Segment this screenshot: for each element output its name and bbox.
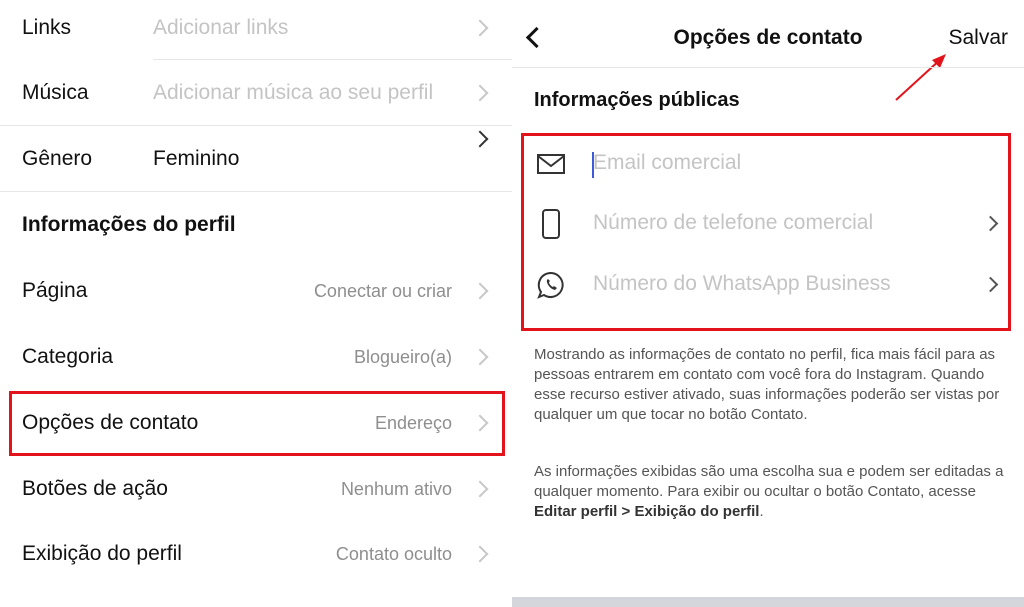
profile-display-row[interactable]: Exibição do perfil Contato oculto — [0, 534, 512, 574]
divider — [0, 191, 512, 192]
highlight-box — [9, 391, 505, 456]
links-row[interactable]: Links Adicionar links — [0, 8, 512, 48]
red-arrow-icon — [895, 54, 946, 101]
chevron-right-icon — [471, 545, 489, 563]
chevron-right-icon — [471, 282, 489, 300]
edit-profile-panel: Links Adicionar links Música Adicionar m… — [0, 0, 512, 607]
links-value: Adicionar links — [153, 16, 289, 39]
bottom-bar — [512, 597, 1024, 607]
visibility-description-end: . — [759, 503, 764, 520]
gender-label: Gênero — [22, 147, 93, 170]
edit-profile-path: Editar perfil > Exibição do perfil — [534, 503, 760, 520]
action-buttons-row[interactable]: Botões de ação Nenhum ativo — [0, 469, 512, 509]
gender-row[interactable]: Gênero Feminino — [0, 130, 512, 179]
profile-display-label: Exibição do perfil — [22, 542, 182, 565]
action-buttons-value: Nenhum ativo — [340, 478, 452, 499]
divider — [0, 125, 512, 126]
contact-description: Mostrando as informações de contato no p… — [534, 346, 1000, 423]
category-row[interactable]: Categoria Blogueiro(a) — [0, 337, 512, 377]
chevron-right-icon — [471, 19, 489, 37]
profile-info-section-title: Informações do perfil — [22, 213, 236, 236]
music-value: Adicionar música ao seu perfil — [153, 81, 434, 104]
page-row[interactable]: Página Conectar ou criar — [0, 271, 512, 311]
visibility-description-text: As informações exibidas são uma escolha … — [534, 463, 1004, 500]
chevron-right-icon — [471, 130, 489, 148]
links-label: Links — [22, 16, 72, 39]
gender-value: Feminino — [153, 147, 240, 170]
visibility-description: As informações exibidas são uma escolha … — [534, 462, 1004, 522]
public-info-section-title: Informações públicas — [534, 89, 740, 111]
chevron-right-icon — [471, 84, 489, 102]
profile-display-value: Contato oculto — [335, 543, 452, 564]
action-buttons-label: Botões de ação — [22, 477, 168, 500]
save-button[interactable]: Salvar — [948, 26, 1008, 50]
divider — [153, 59, 512, 60]
music-row[interactable]: Música Adicionar música ao seu perfil — [0, 73, 512, 113]
contact-options-panel: Opções de contato Salvar Informações púb… — [512, 0, 1024, 607]
chevron-right-icon — [471, 348, 489, 366]
page-value: Conectar ou criar — [313, 280, 452, 301]
category-label: Categoria — [22, 345, 114, 368]
highlight-box — [521, 133, 1011, 331]
chevron-right-icon — [471, 480, 489, 498]
music-label: Música — [22, 81, 89, 104]
header-divider — [512, 67, 1024, 68]
page-label: Página — [22, 279, 88, 302]
page-title: Opções de contato — [673, 26, 863, 49]
category-value: Blogueiro(a) — [353, 346, 452, 367]
